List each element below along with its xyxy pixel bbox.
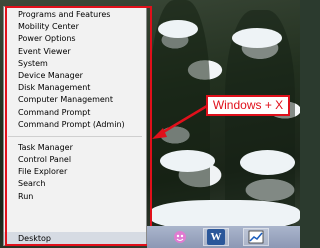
menu-group-system-tools: Programs and Features Mobility Center Powe… <box>4 7 146 133</box>
menu-item-run[interactable]: Run <box>4 191 146 203</box>
chart-app-icon[interactable] <box>247 229 265 245</box>
menu-item-task-manager[interactable]: Task Manager <box>4 142 146 154</box>
messenger-icon[interactable] <box>171 229 189 245</box>
callout-label: Windows + X <box>206 95 290 116</box>
menu-item-control-panel[interactable]: Control Panel <box>4 154 146 166</box>
menu-item-search[interactable]: Search <box>4 178 146 190</box>
wallpaper-snow <box>232 28 282 48</box>
menu-group-utilities: Task Manager Control Panel File Explorer Se… <box>4 140 146 205</box>
winx-menu: Programs and Features Mobility Center Powe… <box>3 6 147 246</box>
menu-item-command-prompt-admin[interactable]: Command Prompt (Admin) <box>4 119 146 131</box>
menu-item-file-explorer[interactable]: File Explorer <box>4 166 146 178</box>
menu-item-mobility-center[interactable]: Mobility Center <box>4 21 146 33</box>
wallpaper-snow <box>160 150 215 172</box>
menu-item-event-viewer[interactable]: Event Viewer <box>4 46 146 58</box>
wallpaper-snow <box>240 150 295 175</box>
menu-item-disk-management[interactable]: Disk Management <box>4 82 146 94</box>
menu-item-computer-management[interactable]: Computer Management <box>4 94 146 106</box>
word-icon[interactable]: W <box>207 229 225 245</box>
menu-item-command-prompt[interactable]: Command Prompt <box>4 107 146 119</box>
menu-item-device-manager[interactable]: Device Manager <box>4 70 146 82</box>
word-icon-glyph: W <box>210 231 222 243</box>
menu-item-power-options[interactable]: Power Options <box>4 33 146 45</box>
wallpaper-snow <box>158 20 198 38</box>
menu-separator <box>8 135 142 137</box>
menu-item-programs-and-features[interactable]: Programs and Features <box>4 9 146 21</box>
menu-item-desktop[interactable]: Desktop <box>4 232 146 245</box>
taskbar: W <box>147 226 300 248</box>
menu-item-system[interactable]: System <box>4 58 146 70</box>
